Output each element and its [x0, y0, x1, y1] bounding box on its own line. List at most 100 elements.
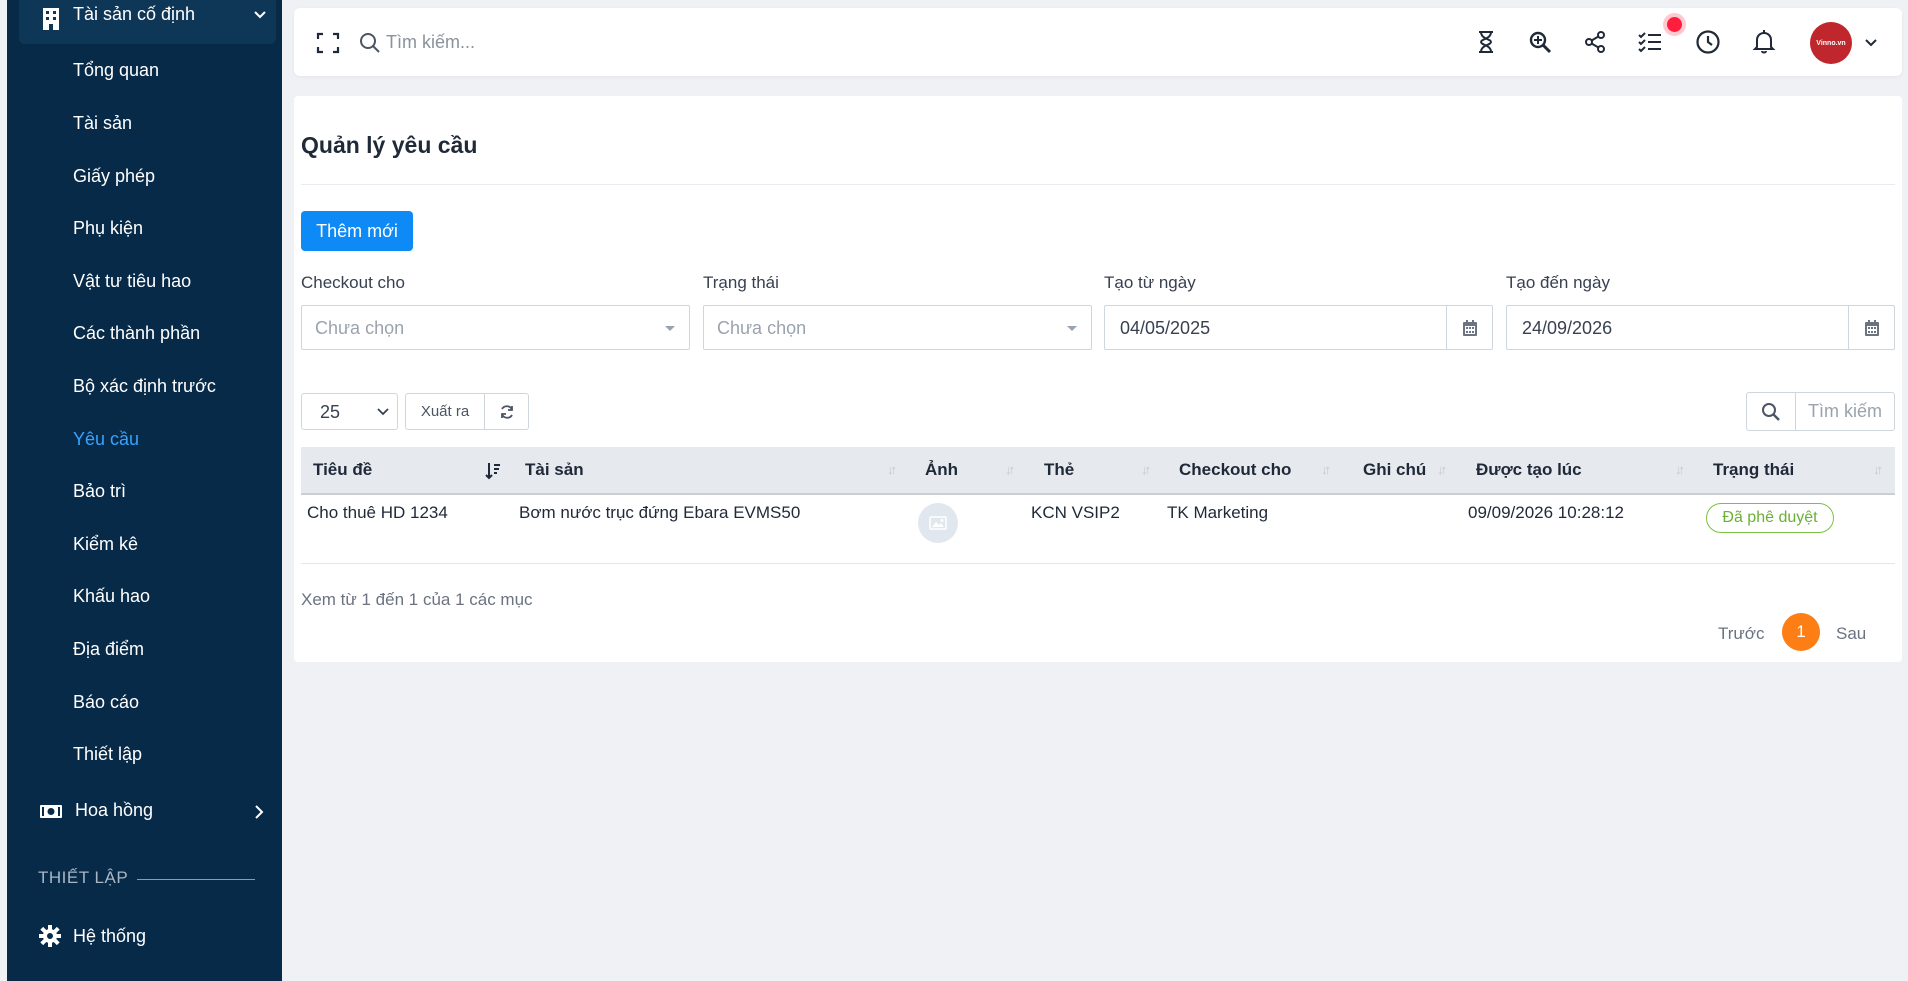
caret-down-icon [665, 326, 675, 331]
col-status[interactable]: Trạng thái [1713, 460, 1794, 480]
sidebar-item-settings[interactable]: Thiết lập [73, 744, 142, 765]
sidebar-item-depreciation[interactable]: Khấu hao [73, 586, 150, 607]
sidebar-item-requests[interactable]: Yêu cầu [73, 429, 139, 450]
col-created-at[interactable]: Được tạo lúc [1476, 460, 1582, 480]
status-filter-select[interactable]: Chưa chọn [703, 305, 1092, 350]
to-date-label: Tạo đến ngày [1506, 273, 1610, 292]
sort-icon[interactable]: ↓↑ [1141, 462, 1151, 477]
bell-icon [1752, 30, 1776, 54]
to-date-field[interactable]: 24/09/2026 [1506, 305, 1895, 350]
sidebar-item-consumables[interactable]: Vật tư tiêu hao [73, 271, 191, 292]
search-plus-icon [1529, 31, 1552, 54]
fullscreen-icon[interactable] [316, 32, 340, 54]
notifications-button[interactable] [1750, 28, 1778, 56]
history-button[interactable] [1694, 28, 1722, 56]
hourglass-button[interactable] [1472, 28, 1500, 56]
chevron-down-icon [254, 11, 266, 19]
table-header: Tiêu đề Tài sản ↓↑ Ảnh ↓↑ Thẻ ↓↑ Checkou… [301, 447, 1895, 495]
cell-image-placeholder [918, 503, 958, 543]
checkout-filter-placeholder: Chưa chọn [315, 318, 405, 338]
sidebar-item-overview[interactable]: Tổng quan [73, 60, 159, 81]
requests-card: Quản lý yêu cầu Thêm mới Checkout cho Ch… [294, 96, 1902, 662]
notification-dot [1667, 17, 1682, 32]
sidebar-item-predefined-kits[interactable]: Bộ xác định trước [73, 376, 216, 397]
share-icon [1585, 31, 1605, 53]
search-icon [1762, 402, 1780, 421]
add-new-button[interactable]: Thêm mới [301, 211, 413, 251]
chevron-down-icon[interactable] [1864, 36, 1878, 50]
sidebar-group-fixed-assets[interactable]: Tài sản cố định [19, 0, 276, 44]
sort-icon[interactable]: ↓↑ [1437, 462, 1447, 477]
cell-checkout: TK Marketing [1167, 503, 1269, 522]
cell-tag: KCN VSIP2 [1031, 503, 1120, 522]
calendar-icon [1864, 319, 1879, 336]
pagination-next[interactable]: Sau [1836, 624, 1866, 644]
sidebar-item-locations[interactable]: Địa điểm [73, 639, 144, 660]
checkout-filter-select[interactable]: Chưa chọn [301, 305, 690, 350]
sort-desc-icon[interactable] [485, 462, 501, 480]
building-icon [43, 8, 59, 30]
col-title[interactable]: Tiêu đề [313, 460, 372, 480]
clock-icon [1696, 30, 1720, 54]
pagination-info: Xem từ 1 đến 1 của 1 các mục [301, 590, 533, 609]
cell-title[interactable]: Cho thuê HD 1234 [307, 503, 448, 523]
col-asset[interactable]: Tài sản [525, 460, 584, 480]
chevron-down-icon [377, 408, 389, 416]
refresh-icon [500, 404, 513, 419]
sidebar: Tài sản cố định Tổng quan Tài sản Giấy p… [7, 0, 282, 981]
sidebar-item-assets[interactable]: Tài sản [73, 113, 132, 134]
checklist-icon [1638, 32, 1661, 53]
sort-icon[interactable]: ↓↑ [1005, 462, 1015, 477]
checkout-filter-label: Checkout cho [301, 273, 405, 292]
table-search-input[interactable] [1795, 392, 1895, 431]
refresh-button[interactable] [484, 393, 529, 430]
export-button[interactable]: Xuất ra [405, 393, 485, 430]
col-checkout[interactable]: Checkout cho [1179, 460, 1291, 480]
hourglass-icon [1479, 31, 1493, 53]
from-date-field[interactable]: 04/05/2025 [1104, 305, 1493, 350]
share-button[interactable] [1581, 28, 1609, 56]
money-icon [40, 804, 62, 818]
sidebar-system-label: Hệ thống [73, 925, 147, 946]
sort-icon[interactable]: ↓↑ [887, 462, 897, 477]
col-image[interactable]: Ảnh [925, 460, 958, 480]
page-size-value: 25 [320, 402, 341, 422]
sidebar-item-licenses[interactable]: Giấy phép [73, 166, 155, 187]
sidebar-item-inventory-check[interactable]: Kiểm kê [73, 534, 138, 555]
avatar-brand: Vinno.vn [1816, 39, 1846, 47]
sidebar-item-maintenance[interactable]: Bảo trì [73, 481, 126, 502]
sidebar-item-components[interactable]: Các thành phần [73, 323, 200, 344]
status-filter-placeholder: Chưa chọn [717, 318, 807, 338]
zoom-search-button[interactable] [1526, 28, 1554, 56]
col-note[interactable]: Ghi chú [1363, 460, 1426, 480]
sidebar-item-commission[interactable]: Hoa hồng [39, 800, 269, 821]
pagination-prev[interactable]: Trước [1718, 624, 1764, 644]
table-search-button[interactable] [1746, 392, 1796, 431]
topbar: Vinno.vn [294, 8, 1902, 76]
avatar[interactable]: Vinno.vn [1810, 22, 1852, 64]
sidebar-commission-label: Hoa hồng [75, 800, 154, 820]
chevron-right-icon [255, 805, 264, 819]
sort-icon[interactable]: ↓↑ [1675, 462, 1685, 477]
tasks-button[interactable] [1636, 28, 1664, 56]
image-icon [929, 516, 947, 530]
page-size-select[interactable]: 25 [301, 393, 398, 430]
cell-asset[interactable]: Bơm nước trục đứng Ebara EVMS50 [519, 503, 800, 523]
pagination-page-current[interactable]: 1 [1782, 613, 1820, 651]
col-tag[interactable]: Thẻ [1044, 460, 1074, 480]
cell-created-at: 09/09/2026 10:28:12 [1468, 503, 1624, 522]
sort-icon[interactable]: ↓↑ [1321, 462, 1331, 477]
calendar-icon [1462, 319, 1477, 336]
row-divider [301, 563, 1895, 564]
status-filter-label: Trạng thái [703, 273, 779, 292]
sidebar-group-label: Tài sản cố định [73, 4, 196, 24]
from-date-calendar-button[interactable] [1446, 306, 1492, 349]
sidebar-item-reports[interactable]: Báo cáo [73, 692, 139, 713]
from-date-value: 04/05/2025 [1120, 318, 1211, 338]
sidebar-section-settings: THIẾT LẬP [38, 868, 129, 887]
global-search-input[interactable] [386, 30, 686, 54]
sidebar-item-system[interactable]: Hệ thống [39, 925, 146, 947]
sidebar-item-accessories[interactable]: Phụ kiện [73, 218, 143, 239]
to-date-calendar-button[interactable] [1848, 306, 1894, 349]
sort-icon[interactable]: ↓↑ [1873, 462, 1883, 477]
